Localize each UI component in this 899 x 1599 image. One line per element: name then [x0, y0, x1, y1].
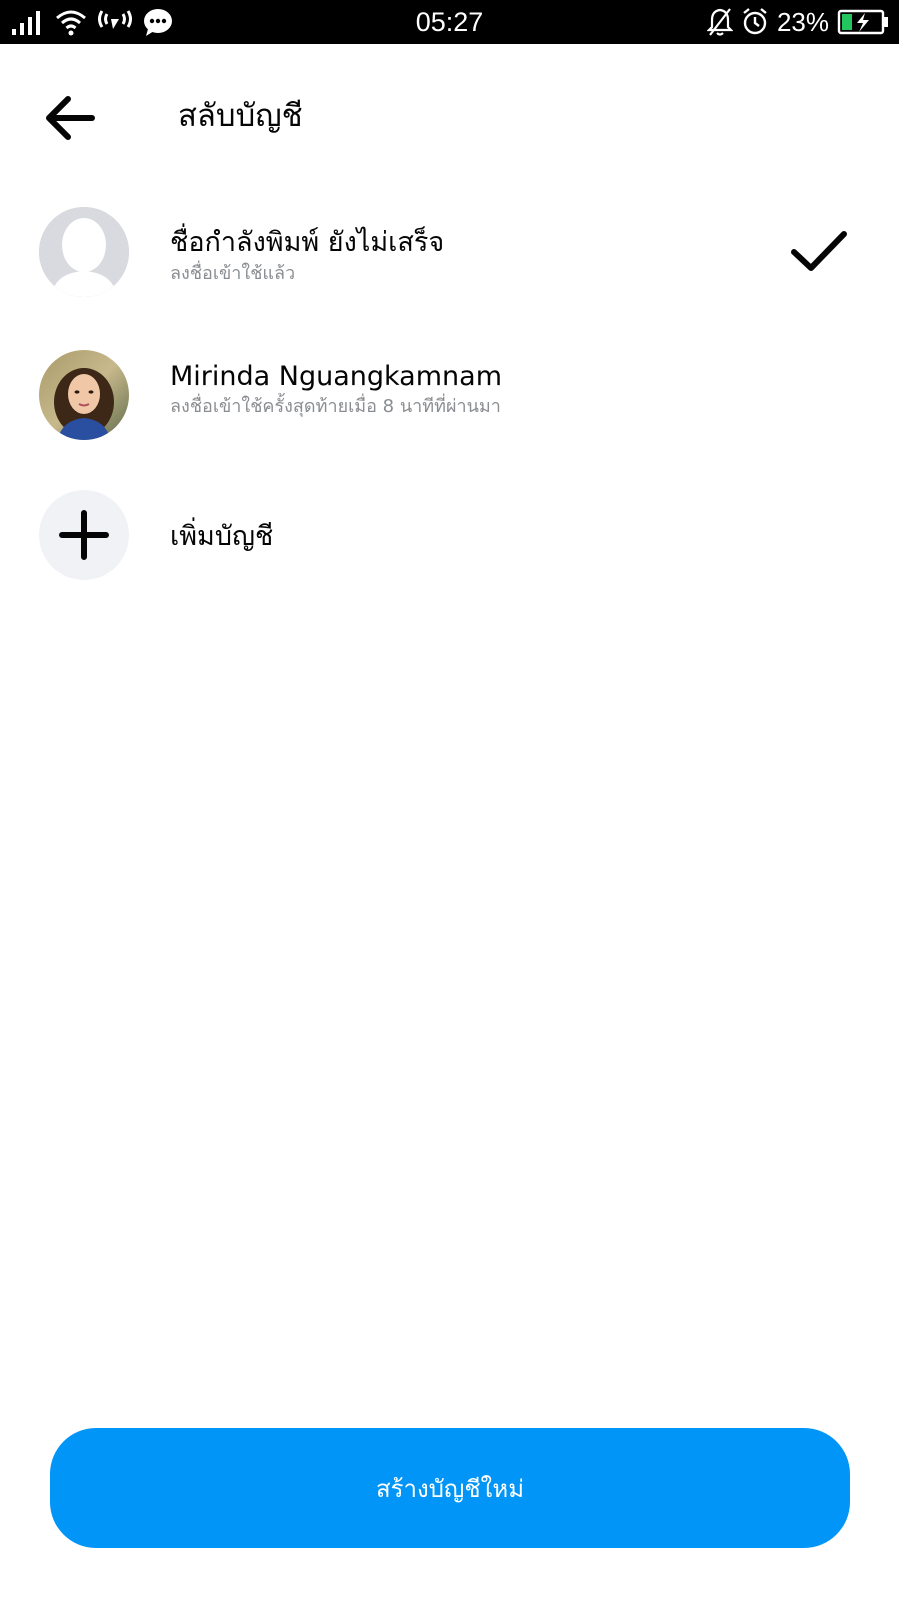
- add-account-button[interactable]: [39, 490, 129, 580]
- battery-percentage: 23%: [776, 6, 829, 37]
- add-account-label: เพิ่มบัญชี: [170, 521, 274, 552]
- account-name: Mirinda Nguangkamnam: [170, 361, 502, 392]
- arrow-left-icon: [46, 96, 95, 140]
- profile-photo-image: [39, 350, 129, 440]
- bell-off-icon: [706, 8, 733, 36]
- account-status: ลงชื่อเข้าใช้ครั้งสุดท้ายเมื่อ 8 นาทีที่…: [170, 396, 501, 417]
- account-row-mirinda[interactable]: Mirinda Nguangkamnam ลงชื่อเข้าใช้ครั้งส…: [0, 332, 899, 452]
- add-account-row[interactable]: เพิ่มบัญชี: [0, 478, 899, 598]
- create-account-button[interactable]: สร้างบัญชีใหม่: [50, 1428, 850, 1548]
- profile-photo: [39, 350, 129, 440]
- back-button[interactable]: [34, 82, 106, 154]
- account-row-current[interactable]: ชื่อกำลังพิมพ์ ยังไม่เสร็จ ลงชื่อเข้าใช้…: [0, 192, 899, 312]
- account-status: ลงชื่อเข้าใช้แล้ว: [170, 263, 296, 284]
- alarm-icon: [743, 8, 767, 35]
- header: สลับบัญชี: [0, 44, 899, 184]
- page-title: สลับบัญชี: [178, 98, 303, 134]
- account-name: ชื่อกำลังพิมพ์ ยังไม่เสร็จ: [170, 227, 445, 258]
- plus-icon: [59, 510, 109, 560]
- status-icons-right: 23%: [706, 4, 889, 40]
- status-bar: 05:27 23%: [0, 0, 899, 44]
- battery-charging-icon: [837, 9, 888, 35]
- checkmark-icon: [791, 231, 847, 271]
- person-silhouette-icon: [39, 207, 129, 297]
- default-avatar-icon: [39, 207, 129, 297]
